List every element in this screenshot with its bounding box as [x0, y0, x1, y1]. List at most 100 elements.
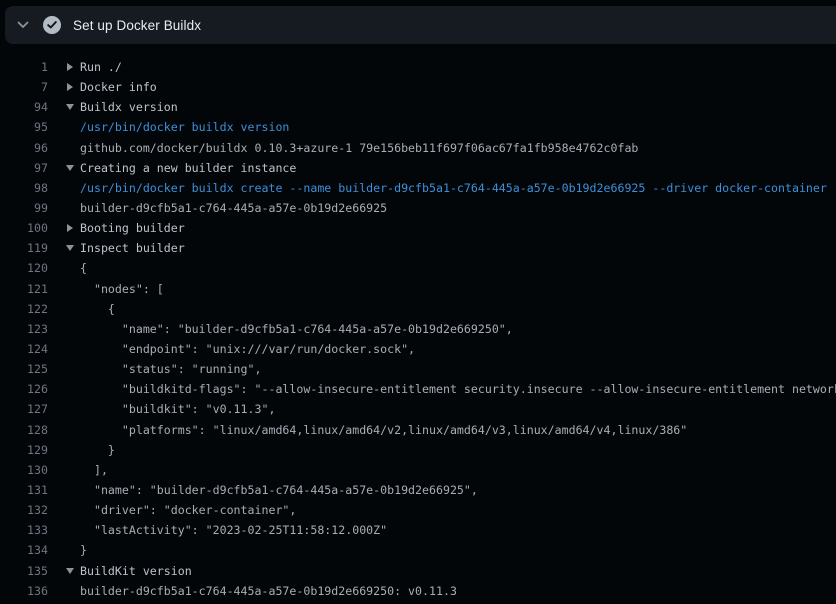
triangle-right-icon[interactable] — [66, 61, 80, 73]
actions-log-page: Set up Docker Buildx 1 Run ./ 7 Docker info… — [0, 0, 836, 604]
line-number[interactable]: 1 — [0, 60, 48, 74]
log-text: "buildkitd-flags": "--allow-insecure-ent… — [80, 382, 836, 396]
log-text: BuildKit version — [80, 564, 192, 578]
line-number[interactable]: 132 — [0, 503, 48, 517]
line-number[interactable]: 123 — [0, 322, 48, 336]
line-number[interactable]: 121 — [0, 282, 48, 296]
log-group-header[interactable]: Inspect builder — [66, 241, 185, 255]
log-group-header[interactable]: BuildKit version — [66, 564, 192, 578]
log-line: 134} — [0, 540, 836, 560]
line-number[interactable]: 98 — [0, 181, 48, 195]
log-line: 95/usr/bin/docker buildx version — [0, 117, 836, 137]
log-text-line: "status": "running", — [66, 362, 261, 376]
line-number[interactable]: 129 — [0, 443, 48, 457]
log-text: "platforms": "linux/amd64,linux/amd64/v2… — [80, 423, 687, 437]
line-number[interactable]: 7 — [0, 80, 48, 94]
log-line: 135 BuildKit version — [0, 561, 836, 581]
log-text: { — [80, 302, 115, 316]
log-text: "endpoint": "unix:///var/run/docker.sock… — [80, 342, 415, 356]
log-text-line: "name": "builder-d9cfb5a1-c764-445a-a57e… — [66, 322, 513, 336]
line-number[interactable]: 124 — [0, 342, 48, 356]
triangle-down-icon[interactable] — [66, 565, 80, 577]
log-text: Buildx version — [80, 100, 178, 114]
line-number[interactable]: 97 — [0, 161, 48, 175]
log-line: 1 Run ./ — [0, 57, 836, 77]
log-text-line: "name": "builder-d9cfb5a1-c764-445a-a57e… — [66, 483, 478, 497]
log-text-line: /usr/bin/docker buildx version — [66, 120, 289, 134]
log-group-header[interactable]: Buildx version — [66, 100, 178, 114]
marker-spacer — [66, 524, 80, 536]
line-number[interactable]: 135 — [0, 564, 48, 578]
line-number[interactable]: 130 — [0, 463, 48, 477]
triangle-right-icon[interactable] — [66, 222, 80, 234]
log-line: 124 "endpoint": "unix:///var/run/docker.… — [0, 339, 836, 359]
log-text-line: "lastActivity": "2023-02-25T11:58:12.000… — [66, 523, 387, 537]
line-number[interactable]: 127 — [0, 402, 48, 416]
line-number[interactable]: 136 — [0, 584, 48, 598]
log-line: 99 builder-d9cfb5a1-c764-445a-a57e-0b19d2… — [0, 198, 836, 218]
marker-spacer — [66, 363, 80, 375]
marker-spacer — [66, 444, 80, 456]
log-group-header[interactable]: Creating a new builder instance — [66, 161, 296, 175]
log-text: "name": "builder-d9cfb5a1-c764-445a-a57e… — [80, 322, 513, 336]
log-group-header[interactable]: Docker info — [66, 80, 157, 94]
log-line: 133 "lastActivity": "2023-02-25T11:58:12… — [0, 520, 836, 540]
line-number[interactable]: 100 — [0, 221, 48, 235]
triangle-down-icon[interactable] — [66, 242, 80, 254]
log-line: 96github.com/docker/buildx 0.10.3+azure-… — [0, 138, 836, 158]
marker-spacer — [66, 424, 80, 436]
log-line: 120 { — [0, 258, 836, 278]
log-text-line: } — [66, 443, 115, 457]
line-number[interactable]: 96 — [0, 141, 48, 155]
log-line: 126 "buildkitd-flags": "--allow-insecure… — [0, 379, 836, 399]
marker-spacer — [66, 544, 80, 556]
log-text: builder-d9cfb5a1-c764-445a-a57e-0b19d2e6… — [80, 201, 387, 215]
log-text-line: { — [66, 261, 87, 275]
marker-spacer — [66, 343, 80, 355]
marker-spacer — [66, 262, 80, 274]
log-group-header[interactable]: Run ./ — [66, 60, 122, 74]
log-line: 100 Booting builder — [0, 218, 836, 238]
log-text: Creating a new builder instance — [80, 161, 296, 175]
chevron-down-icon[interactable] — [16, 18, 30, 32]
marker-spacer — [66, 383, 80, 395]
log-line: 122 { — [0, 299, 836, 319]
log-text-line: ], — [66, 463, 108, 477]
triangle-down-icon[interactable] — [66, 162, 80, 174]
log-text-line: builder-d9cfb5a1-c764-445a-a57e-0b19d2e6… — [66, 201, 387, 215]
triangle-down-icon[interactable] — [66, 101, 80, 113]
log-text: } — [80, 443, 115, 457]
line-number[interactable]: 94 — [0, 100, 48, 114]
log-line: 7 Docker info — [0, 77, 836, 97]
triangle-right-icon[interactable] — [66, 81, 80, 93]
step-header[interactable]: Set up Docker Buildx — [5, 6, 836, 44]
log-text: "lastActivity": "2023-02-25T11:58:12.000… — [80, 523, 387, 537]
log-group-header[interactable]: Booting builder — [66, 221, 185, 235]
log-line: 119 Inspect builder — [0, 238, 836, 258]
log-viewer: 1 Run ./ 7 Docker info 94 Buildx version 95/us… — [0, 44, 836, 604]
marker-spacer — [66, 403, 80, 415]
log-text: Inspect builder — [80, 241, 185, 255]
log-text-line: } — [66, 543, 87, 557]
log-text: } — [80, 543, 87, 557]
line-number[interactable]: 119 — [0, 241, 48, 255]
log-text: "status": "running", — [80, 362, 261, 376]
marker-spacer — [66, 464, 80, 476]
line-number[interactable]: 131 — [0, 483, 48, 497]
line-number[interactable]: 95 — [0, 120, 48, 134]
line-number[interactable]: 120 — [0, 261, 48, 275]
line-number[interactable]: 134 — [0, 543, 48, 557]
line-number[interactable]: 133 — [0, 523, 48, 537]
step-title: Set up Docker Buildx — [73, 18, 201, 33]
line-number[interactable]: 126 — [0, 382, 48, 396]
log-text: "buildkit": "v0.11.3", — [80, 402, 275, 416]
marker-spacer — [66, 283, 80, 295]
log-text-line: "nodes": [ — [66, 282, 164, 296]
marker-spacer — [66, 202, 80, 214]
line-number[interactable]: 125 — [0, 362, 48, 376]
line-number[interactable]: 128 — [0, 423, 48, 437]
line-number[interactable]: 99 — [0, 201, 48, 215]
line-number[interactable]: 122 — [0, 302, 48, 316]
log-line: 94 Buildx version — [0, 97, 836, 117]
log-line: 97 Creating a new builder instance — [0, 158, 836, 178]
